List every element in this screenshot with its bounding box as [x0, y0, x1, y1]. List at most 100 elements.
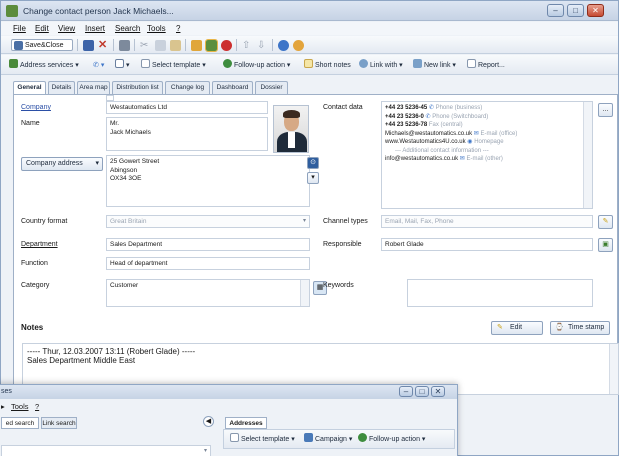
menu-edit[interactable]: Edit	[35, 24, 49, 33]
tab-link-search[interactable]: Link search	[41, 417, 77, 429]
cut-icon[interactable]: ✂	[140, 40, 151, 51]
tab-distribution-list[interactable]: Distribution list	[112, 81, 163, 94]
maximize-button[interactable]: □	[567, 4, 584, 17]
contact-photo[interactable]	[273, 105, 309, 153]
function-field[interactable]: Head of department	[106, 257, 310, 270]
phone-button[interactable]: ✆ ▾	[93, 59, 104, 72]
contact-data-scrollbar[interactable]	[583, 102, 592, 208]
copy-icon[interactable]	[155, 40, 166, 51]
menu-file[interactable]: File	[13, 24, 26, 33]
menu-search[interactable]: Search	[115, 24, 140, 33]
view-dropdown-button[interactable]: ▾	[115, 59, 130, 72]
notes-label: Notes	[21, 323, 44, 332]
tab-details[interactable]: Details	[48, 81, 75, 94]
address-dropdown-button[interactable]: ▾	[307, 172, 319, 184]
arrow-down-icon[interactable]: ⇩	[257, 40, 268, 51]
address-services-button[interactable]: Address services ▾	[9, 59, 79, 72]
minimize-button[interactable]: –	[547, 4, 564, 17]
new-link-button[interactable]: New link ▾	[413, 59, 456, 72]
contact-line: +44 23 5236-45 ✆ Phone (business)	[385, 105, 483, 111]
country-format-label: Country format	[21, 218, 68, 225]
close-button[interactable]: ✕	[587, 4, 604, 17]
stop-icon[interactable]	[221, 40, 232, 51]
note-icon	[304, 59, 313, 68]
tab-addresses[interactable]: Addresses	[225, 417, 267, 429]
notes-scrollbar[interactable]	[609, 344, 618, 394]
print-icon[interactable]	[119, 40, 130, 51]
title-bar: Change contact person Jack Michaels... –…	[1, 1, 618, 21]
pencil-icon[interactable]: ✎	[598, 215, 613, 229]
report-button[interactable]: Report...	[467, 59, 505, 72]
subwindow-menu-tools[interactable]: Tools	[11, 402, 29, 411]
campaign-button[interactable]: Campaign ▾	[304, 433, 352, 446]
contact-more-button[interactable]: ...	[598, 103, 613, 117]
channel-types-field[interactable]: Email, Mail, Fax, Phone	[381, 215, 593, 228]
link-with-button[interactable]: Link with ▾	[359, 59, 403, 72]
company-link[interactable]: Company	[21, 104, 51, 111]
address-services-icon	[9, 59, 18, 68]
tab-dossier[interactable]: Dossier	[255, 81, 288, 94]
time-stamp-button[interactable]: ⌚ Time stamp	[550, 321, 610, 335]
select-template-button[interactable]: Select template ▾	[141, 59, 206, 72]
help-icon[interactable]	[278, 40, 289, 51]
window-title: Change contact person Jack Michaels...	[23, 6, 174, 16]
company-field[interactable]: Westautomatics Ltd	[106, 101, 268, 114]
department-field[interactable]: Sales Department	[106, 238, 310, 251]
paste-icon[interactable]	[170, 40, 181, 51]
subwindow-menu-help[interactable]: ?	[35, 402, 39, 411]
company-address-label: Company address	[26, 160, 83, 167]
subwindow-select-template-button[interactable]: Select template ▾	[230, 433, 295, 446]
email-icon: ✉	[459, 156, 465, 162]
contact-line: info@westautomatics.co.uk ✉ E-mail (othe…	[385, 156, 503, 162]
save-icon[interactable]	[83, 40, 94, 51]
subwindow-maximize-button[interactable]: □	[415, 386, 429, 397]
tab-advanced-search[interactable]: ed search	[1, 417, 39, 429]
menu-bar: File Edit View Insert Search Tools ?	[1, 22, 618, 35]
address-book-icon[interactable]	[191, 40, 202, 51]
follow-up-action-button[interactable]: Follow-up action ▾	[223, 59, 290, 72]
company-address-select[interactable]: Company address ▾	[21, 157, 103, 171]
subwindow-follow-up-action-button[interactable]: Follow-up action ▾	[358, 433, 425, 446]
subwindow-minimize-button[interactable]: –	[399, 386, 413, 397]
category-scrollbar[interactable]	[300, 280, 309, 306]
link-icon	[359, 59, 368, 68]
notes-line-1: ----- Thur, 12.03.2007 13:11 (Robert Gla…	[27, 347, 196, 356]
save-close-button[interactable]: Save&Close	[11, 39, 73, 51]
lock-icon[interactable]: ▣	[598, 238, 613, 252]
menu-help[interactable]: ?	[176, 24, 180, 33]
tab-general[interactable]: General	[13, 81, 46, 95]
menu-insert[interactable]: Insert	[85, 24, 105, 33]
photo-shirt	[288, 132, 295, 148]
responsible-field[interactable]: Robert Glade	[381, 238, 593, 251]
toolbar-separator	[236, 39, 237, 51]
subwindow-close-button[interactable]: ✕	[431, 386, 445, 397]
chevron-down-icon: ▾	[95, 160, 99, 167]
menu-view[interactable]: View	[58, 24, 75, 33]
collapse-icon[interactable]: ◀	[203, 416, 214, 427]
toolbar-separator	[272, 39, 273, 51]
category-label: Category	[21, 282, 50, 289]
tab-dashboard[interactable]: Dashboard	[212, 81, 253, 94]
contact-card-icon[interactable]	[205, 39, 218, 52]
toolbar-separator	[134, 39, 135, 51]
category-field[interactable]: Customer	[106, 279, 310, 307]
delete-icon[interactable]: ✕	[98, 40, 109, 51]
map-icon[interactable]: ⊙	[307, 157, 319, 169]
menu-tools[interactable]: Tools	[147, 24, 166, 33]
tab-change-log[interactable]: Change log	[165, 81, 210, 94]
short-notes-button[interactable]: Short notes	[304, 59, 351, 72]
search-select[interactable]: ▾	[1, 445, 211, 456]
contact-data-field[interactable]: +44 23 5236-45 ✆ Phone (business) +44 23…	[381, 101, 593, 209]
country-format-select[interactable]: Great Britain ▾	[106, 215, 310, 228]
contact-data-label: Contact data	[323, 104, 363, 111]
subwindow-title: ses	[1, 388, 12, 395]
tab-area-map[interactable]: Area map	[77, 81, 110, 94]
arrow-up-icon[interactable]: ⇧	[242, 40, 253, 51]
follow-up-icon	[358, 433, 367, 442]
edit-notes-button[interactable]: ✎ Edit	[491, 321, 543, 335]
assistant-icon[interactable]	[293, 40, 304, 51]
address-field[interactable]: 25 Gowert Street Abingson OX34 3OE	[106, 155, 310, 207]
keywords-field[interactable]	[407, 279, 593, 307]
phone-icon: ✆	[93, 62, 99, 69]
name-field[interactable]: Mr. Jack Michaels	[106, 117, 268, 151]
